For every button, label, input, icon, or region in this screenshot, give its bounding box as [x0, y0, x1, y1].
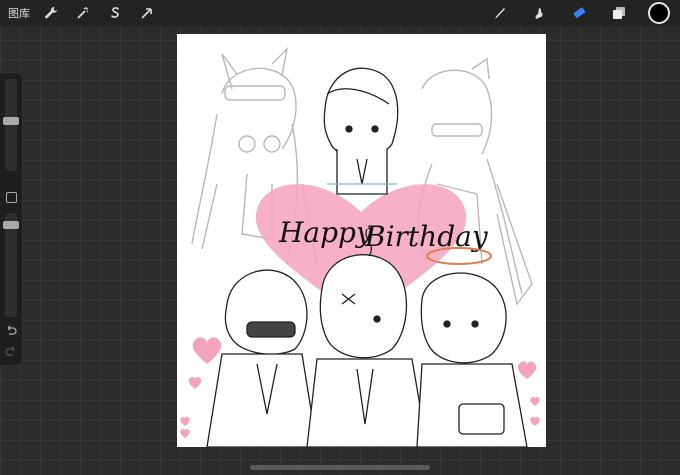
- brush-icon[interactable]: [488, 2, 510, 24]
- sketch-character-right: [417, 57, 533, 306]
- magic-wand-icon[interactable]: [72, 2, 94, 24]
- left-sidebar: [0, 72, 23, 366]
- wrench-icon[interactable]: [40, 2, 62, 24]
- home-indicator[interactable]: [250, 465, 430, 470]
- color-picker[interactable]: [648, 2, 670, 24]
- eraser-icon[interactable]: [568, 2, 590, 24]
- character-bottom-left: [206, 269, 318, 447]
- drawing-canvas[interactable]: Happy Birthday: [177, 34, 546, 447]
- layers-icon[interactable]: [608, 2, 630, 24]
- character-bottom-right: [416, 272, 528, 447]
- artwork: Happy Birthday: [180, 46, 540, 447]
- character-top: [323, 67, 399, 195]
- opacity-thumb[interactable]: [3, 221, 19, 229]
- modify-button[interactable]: [6, 192, 17, 203]
- top-toolbar: 图库: [0, 0, 680, 26]
- happy-text: Happy: [278, 216, 373, 249]
- smudge-icon[interactable]: [528, 2, 550, 24]
- right-tool-group: [470, 0, 670, 26]
- selection-s-icon[interactable]: [104, 2, 126, 24]
- undo-icon[interactable]: [4, 324, 18, 338]
- gallery-button[interactable]: 图库: [8, 5, 30, 21]
- redo-icon[interactable]: [4, 345, 18, 359]
- brush-size-slider[interactable]: [5, 79, 17, 171]
- brush-size-thumb[interactable]: [3, 117, 19, 125]
- arrow-cursor-icon[interactable]: [136, 2, 158, 24]
